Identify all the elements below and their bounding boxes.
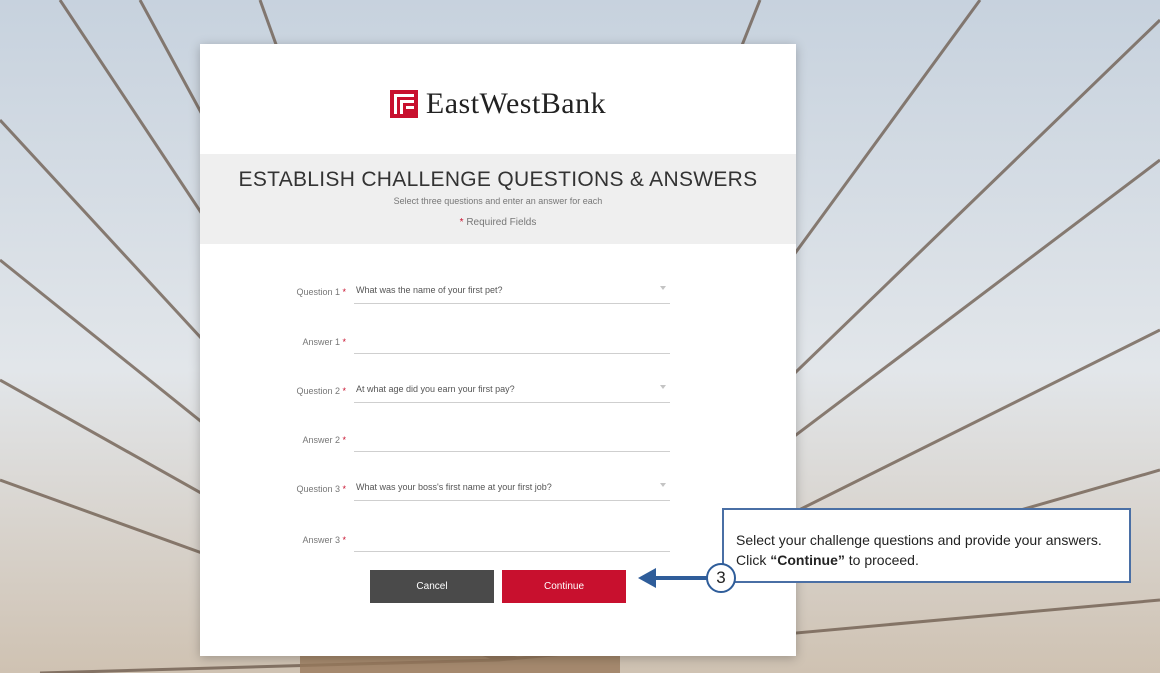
callout-text: Select your challenge questions and prov…: [736, 532, 1102, 568]
instruction-callout: Select your challenge questions and prov…: [722, 508, 1131, 583]
step-number-badge: 3: [706, 563, 736, 593]
